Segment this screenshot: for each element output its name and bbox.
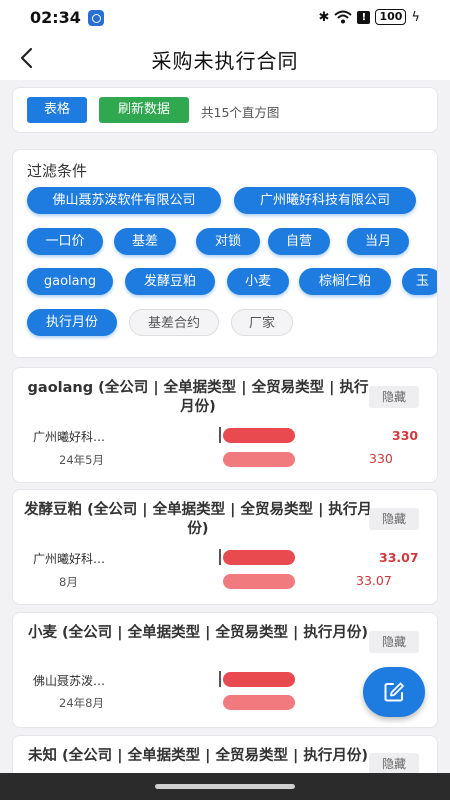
filter-chip-current-month[interactable]: 当月 (347, 228, 409, 255)
home-gesture-handle[interactable] (155, 784, 295, 789)
bar-label: 广州曦好科… (33, 430, 106, 444)
wifi-icon (334, 10, 353, 24)
bar-label: 佛山聂苏泼… (33, 674, 106, 688)
bar-label: 广州曦好科… (33, 552, 106, 566)
bar-value: 33.07 (379, 550, 419, 565)
app-header: 采购未执行合同 (0, 36, 450, 80)
bar-secondary (223, 574, 295, 589)
hide-button[interactable]: 隐藏 (369, 753, 419, 775)
status-bar: 02:34 ✱ ! 100 ϟ (0, 0, 450, 36)
filter-chip-fixed-price[interactable]: 一口价 (27, 228, 103, 255)
page-title: 采购未执行合同 (151, 49, 299, 73)
chart-count: 共15个直方图 (201, 105, 280, 120)
bar-sub-label: 24年8月 (59, 696, 104, 710)
bar-value: 330 (392, 428, 419, 443)
filter-chip-execution-month[interactable]: 执行月份 (27, 309, 117, 336)
bar-sub-value: 330 (369, 451, 393, 466)
hide-button[interactable]: 隐藏 (369, 386, 419, 408)
filter-card: 过滤条件 佛山聂苏泼软件有限公司 广州曦好科技有限公司 一口价 基差 对锁 自营… (12, 149, 438, 358)
filter-chip-company-foshan[interactable]: 佛山聂苏泼软件有限公司 (27, 187, 221, 214)
filter-chip-palm-kernel-meal[interactable]: 棕榈仁粕 (299, 268, 391, 295)
status-time: 02:34 (30, 8, 81, 27)
histogram-card-gaolang: gaolang (全公司 | 全单据类型 | 全贸易类型 | 执行月份) 隐藏 … (12, 367, 438, 483)
bluetooth-icon: ✱ (318, 9, 330, 25)
filter-chip-fermented-soymeal[interactable]: 发酵豆粕 (125, 268, 215, 295)
bar-secondary (223, 695, 295, 710)
hide-button[interactable]: 隐藏 (369, 508, 419, 530)
edit-fab-button[interactable] (363, 667, 425, 717)
axis-line (219, 671, 221, 687)
battery-icon: 100 (375, 9, 407, 25)
table-button[interactable]: 表格 (27, 97, 87, 123)
axis-line (219, 549, 221, 565)
charging-icon: ϟ (411, 9, 420, 25)
chart-title: 未知 (全公司 | 全单据类型 | 全贸易类型 | 执行月份) (28, 748, 368, 764)
bar-secondary (223, 452, 295, 467)
bar-sub-label: 8月 (59, 575, 78, 589)
refresh-data-button[interactable]: 刷新数据 (99, 97, 189, 123)
filter-chip-gaolang[interactable]: gaolang (27, 268, 113, 295)
hide-button[interactable]: 隐藏 (369, 631, 419, 653)
bar-primary (223, 672, 295, 687)
histogram-card-fermented-soymeal: 发酵豆粕 (全公司 | 全单据类型 | 全贸易类型 | 执行月份) 隐藏 广州曦… (12, 489, 438, 605)
filter-chip-wheat[interactable]: 小麦 (227, 268, 289, 295)
chart-title: 小麦 (全公司 | 全单据类型 | 全贸易类型 | 执行月份) (28, 625, 368, 641)
alert-icon: ! (357, 10, 371, 24)
bar-sub-value: 33.07 (356, 573, 392, 588)
toolbar-card: 表格 刷新数据 共15个直方图 (12, 87, 438, 133)
filter-chip-self-operated[interactable]: 自营 (268, 228, 330, 255)
filter-title: 过滤条件 (27, 162, 88, 180)
filter-chip-manufacturer[interactable]: 厂家 (231, 309, 293, 336)
chart-title: 发酵豆粕 (全公司 | 全单据类型 | 全贸易类型 | 执行月份) (24, 502, 372, 537)
bar-primary (223, 428, 295, 443)
bar-primary (223, 550, 295, 565)
filter-chip-basis-contract[interactable]: 基差合约 (129, 309, 219, 336)
bar-sub-label: 24年5月 (59, 453, 104, 467)
status-icons: ✱ ! 100 ϟ (319, 9, 420, 25)
axis-line (219, 427, 221, 443)
edit-icon (384, 682, 404, 702)
filter-chip-lock[interactable]: 对锁 (196, 228, 260, 255)
filter-chip-corn-partial[interactable]: 玉 (402, 268, 437, 295)
system-nav-bar (0, 773, 450, 800)
chart-title: gaolang (全公司 | 全单据类型 | 全贸易类型 | 执行月份) (27, 380, 369, 415)
filter-chip-company-guangzhou[interactable]: 广州曦好科技有限公司 (234, 187, 416, 214)
app-notification-icon (88, 10, 104, 26)
filter-chip-basis[interactable]: 基差 (114, 228, 176, 255)
